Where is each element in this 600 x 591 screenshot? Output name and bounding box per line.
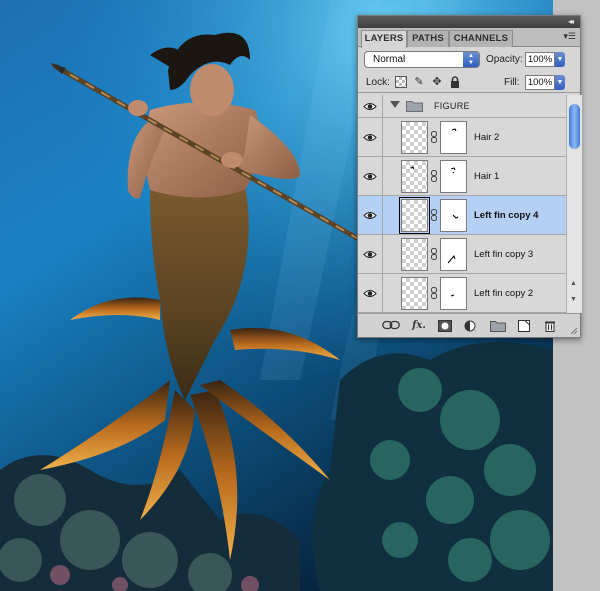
opacity-label: Opacity: (486, 54, 523, 65)
layer-mask-thumbnail (440, 238, 467, 271)
adjustment-icon[interactable]: . (464, 320, 478, 333)
eye-icon (363, 212, 377, 219)
link-icon[interactable] (382, 320, 400, 332)
fill-input[interactable]: 100% (525, 75, 555, 90)
tab-paths[interactable]: PATHS (407, 30, 449, 47)
brush-icon[interactable]: ✎ (413, 76, 425, 88)
layer-thumbnail (401, 121, 428, 154)
layer-name: Left fin copy 4 (474, 210, 539, 221)
visibility-toggle[interactable] (358, 196, 383, 234)
trash-icon[interactable] (544, 320, 556, 332)
layer-row[interactable]: Hair 1 (358, 157, 566, 196)
blend-row: Normal ▲ ▼ Opacity: 100% ▼ (358, 47, 580, 71)
visibility-toggle[interactable] (358, 118, 383, 156)
opacity-input[interactable]: 100% (525, 52, 555, 67)
folder-icon (406, 101, 423, 112)
layer-mask-thumbnail (440, 199, 467, 232)
chain-link-icon[interactable] (431, 209, 437, 221)
disclosure-triangle-icon[interactable] (390, 101, 400, 108)
eye-icon (363, 290, 377, 297)
panel-footer: fx. . (358, 313, 580, 337)
layer-thumbnail (399, 197, 430, 234)
new-layer-icon[interactable] (518, 320, 530, 332)
scroll-down-icon[interactable]: ▼ (570, 296, 577, 303)
chain-link-icon[interactable] (431, 248, 437, 260)
fx-icon[interactable]: fx. (410, 320, 428, 332)
lock-label: Lock: (366, 77, 390, 88)
layers-list: FIGURE Hair 2 Hair 1 Left fin copy 4 Lef… (358, 95, 566, 313)
scrollbar-thumb[interactable] (569, 104, 580, 149)
move-icon[interactable]: ✥ (431, 76, 443, 88)
layer-thumbnail (401, 277, 428, 310)
blend-mode-select[interactable]: Normal ▲ ▼ (364, 51, 480, 68)
panel-titlebar[interactable]: ◂◂ (358, 16, 580, 28)
resize-grip-icon[interactable] (570, 327, 578, 335)
layer-name: Left fin copy 3 (474, 249, 534, 260)
visibility-toggle[interactable] (358, 157, 383, 195)
opacity-dropdown-icon[interactable]: ▼ (555, 52, 565, 67)
visibility-toggle[interactable] (358, 274, 383, 312)
layer-mask-thumbnail (440, 121, 467, 154)
folder-icon[interactable] (490, 320, 506, 332)
svg-text:.: . (475, 327, 477, 332)
layers-panel: ◂◂ LAYERS PATHS CHANNELS ▾☰ Normal ▲ ▼ Op… (357, 15, 582, 338)
chain-link-icon[interactable] (431, 287, 437, 299)
layer-row[interactable]: Left fin copy 2 (358, 274, 566, 313)
fill-dropdown-icon[interactable]: ▼ (555, 75, 565, 90)
layer-thumbnail (401, 160, 428, 193)
group-name: FIGURE (434, 101, 470, 111)
panel-menu-icon[interactable]: ▾☰ (563, 31, 576, 42)
photoshop-workspace: ◂◂ LAYERS PATHS CHANNELS ▾☰ Normal ▲ ▼ Op… (0, 0, 600, 591)
layer-row[interactable]: Left fin copy 3 (358, 235, 566, 274)
chain-link-icon[interactable] (431, 170, 437, 182)
collapse-panel-icon[interactable]: ◂◂ (564, 17, 576, 27)
eye-icon (363, 251, 377, 258)
fill-label: Fill: (504, 77, 520, 88)
eye-icon (363, 134, 377, 141)
layer-mask-thumbnail (440, 277, 467, 310)
lock-icon[interactable] (449, 76, 461, 88)
lock-transparency-icon[interactable] (395, 76, 407, 88)
chain-link-icon[interactable] (431, 131, 437, 143)
layers-scrollbar[interactable]: ▲ ▼ (566, 95, 582, 313)
layer-row-selected[interactable]: Left fin copy 4 (358, 196, 566, 235)
visibility-toggle[interactable] (358, 235, 383, 273)
updown-arrows-icon: ▲ ▼ (463, 52, 479, 67)
tab-channels[interactable]: CHANNELS (449, 30, 513, 47)
layer-name: Hair 2 (474, 132, 500, 143)
eye-icon (363, 103, 377, 110)
layer-name: Left fin copy 2 (474, 288, 534, 299)
scroll-up-icon[interactable]: ▲ (570, 280, 577, 287)
lock-row: Lock: ✎ ✥ Fill: 100% ▼ (358, 71, 580, 93)
layer-row[interactable]: Hair 2 (358, 118, 566, 157)
panel-tabs: LAYERS PATHS CHANNELS ▾☰ (358, 28, 580, 48)
layer-mask-thumbnail (440, 160, 467, 193)
layer-thumbnail (401, 238, 428, 271)
layer-group-figure[interactable]: FIGURE (358, 95, 566, 118)
visibility-toggle[interactable] (358, 95, 383, 117)
eye-icon (363, 173, 377, 180)
blend-mode-value: Normal (373, 54, 406, 65)
mask-icon[interactable] (438, 320, 452, 332)
tab-layers[interactable]: LAYERS (361, 30, 407, 48)
layer-name: Hair 1 (474, 171, 500, 182)
